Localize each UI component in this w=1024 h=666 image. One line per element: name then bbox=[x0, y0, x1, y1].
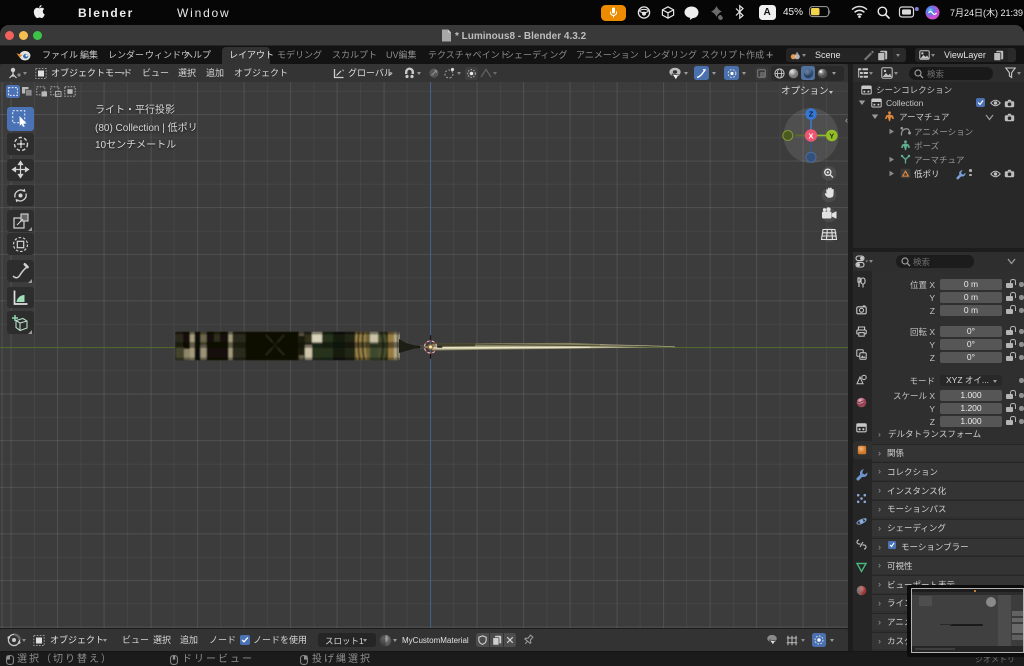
svg-text:Z: Z bbox=[809, 110, 814, 119]
svg-text:X: X bbox=[808, 131, 813, 140]
svg-text:Y: Y bbox=[829, 131, 834, 140]
